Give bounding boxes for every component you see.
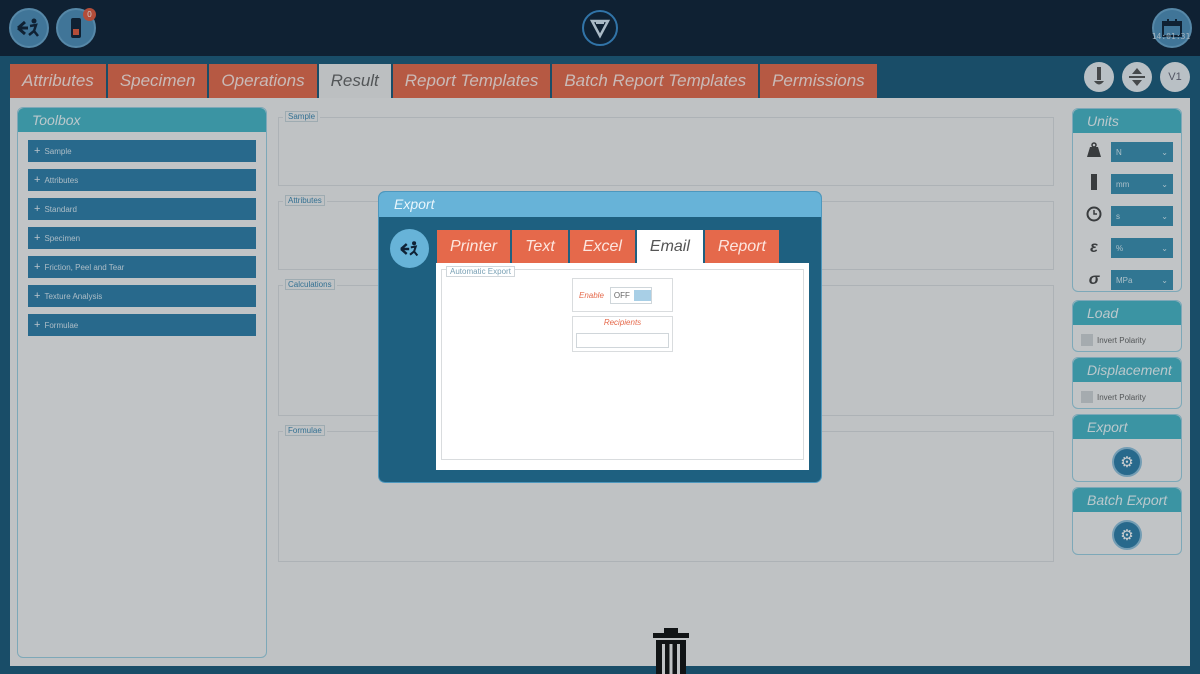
recipients-group: Recipients [572, 316, 673, 352]
automatic-export-label: Automatic Export [446, 266, 515, 277]
export-dialog: Export Printer Text Excel Email Report A… [379, 192, 821, 482]
recipients-label: Recipients [603, 318, 642, 327]
email-tab-content: Automatic Export Enable OFF Recipients [436, 263, 809, 470]
recipients-input[interactable] [576, 333, 669, 348]
tab-printer[interactable]: Printer [437, 230, 511, 263]
export-type-tabs: Printer Text Excel Email Report [437, 230, 779, 263]
enable-label: Enable [579, 290, 604, 300]
toggle-knob [633, 289, 651, 301]
automatic-export-group: Automatic Export Enable OFF Recipients [441, 266, 804, 460]
tab-report[interactable]: Report [704, 230, 779, 263]
exit-run-icon [399, 240, 418, 256]
enable-group: Enable OFF [572, 278, 673, 312]
close-dialog-button[interactable] [390, 229, 429, 268]
toggle-state: OFF [613, 290, 630, 300]
tab-text[interactable]: Text [512, 230, 568, 263]
export-dialog-title: Export [379, 192, 821, 217]
enable-toggle[interactable]: OFF [609, 286, 652, 304]
tab-email[interactable]: Email [636, 230, 703, 263]
tab-excel[interactable]: Excel [569, 230, 635, 263]
